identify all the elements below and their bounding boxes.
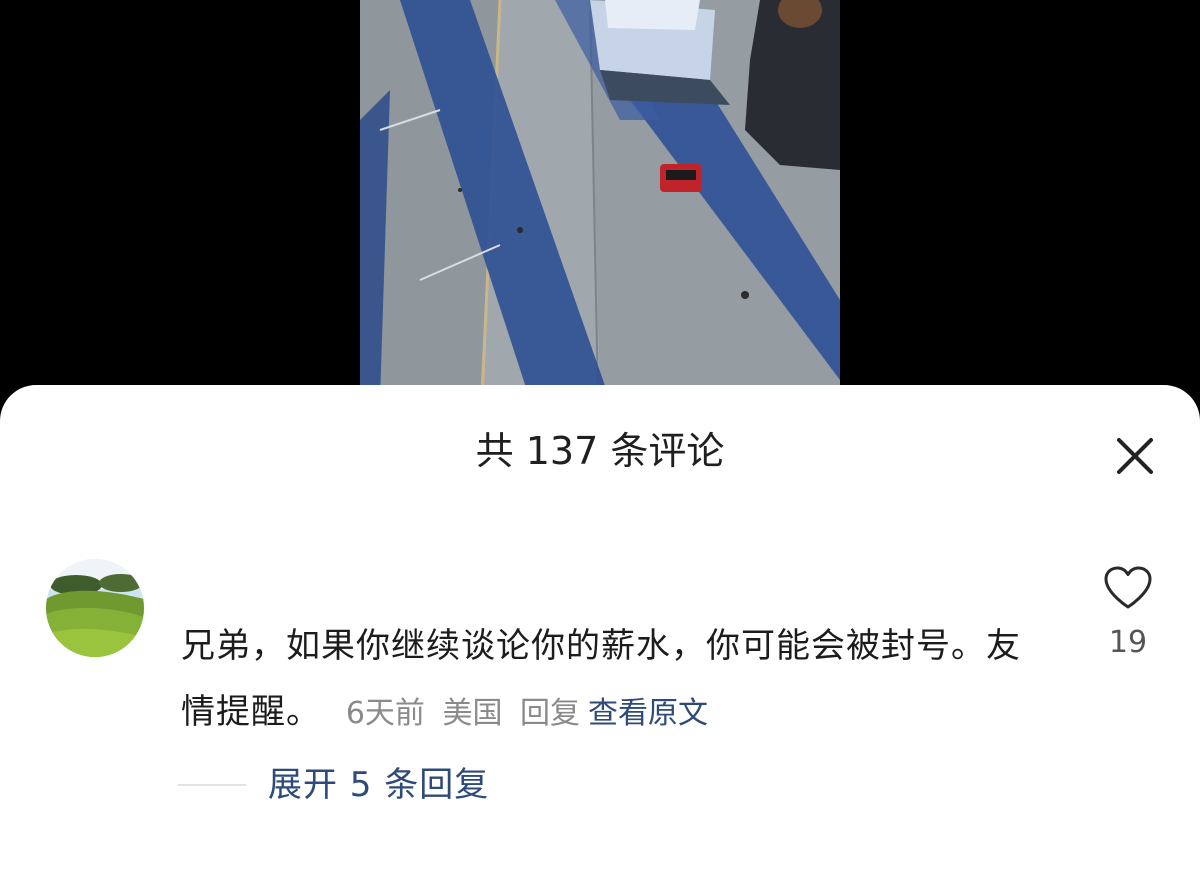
comment-text-block: 兄弟，如果你继续谈论你的薪水，你可能会被封号。友情提醒。 6天前 美国 回复 查看… [181,613,1031,747]
video-preview[interactable] [360,0,840,400]
heart-outline-icon [1104,566,1152,609]
close-button[interactable] [1104,425,1166,487]
like-count: 19 [1108,625,1148,660]
comments-title: 共 137 条评论 [475,429,725,473]
rooftop-video-frame [360,0,840,400]
view-original-link[interactable]: 查看原文 [588,696,708,731]
avatar[interactable] [46,559,144,657]
screen: 共 137 条评论 兄弟，如果你继续谈论你的薪水，你可能会被封号。友情提醒。 6… [0,0,1200,876]
comment-time: 6天前 [345,696,425,731]
like-button[interactable] [1102,565,1154,611]
expand-replies-button[interactable]: 展开 5 条回复 [268,760,489,810]
like-block: 19 [1100,565,1156,661]
close-icon [1117,438,1153,474]
reply-button[interactable]: 回复 [520,696,580,731]
expand-divider [178,784,246,786]
comment-location: 美国 [442,696,503,731]
avatar-landscape-photo [46,559,144,657]
comments-sheet: 共 137 条评论 兄弟，如果你继续谈论你的薪水，你可能会被封号。友情提醒。 6… [0,385,1200,876]
expand-replies-row: 展开 5 条回复 [178,760,489,810]
comment-meta: 6天前 美国 [346,696,520,731]
